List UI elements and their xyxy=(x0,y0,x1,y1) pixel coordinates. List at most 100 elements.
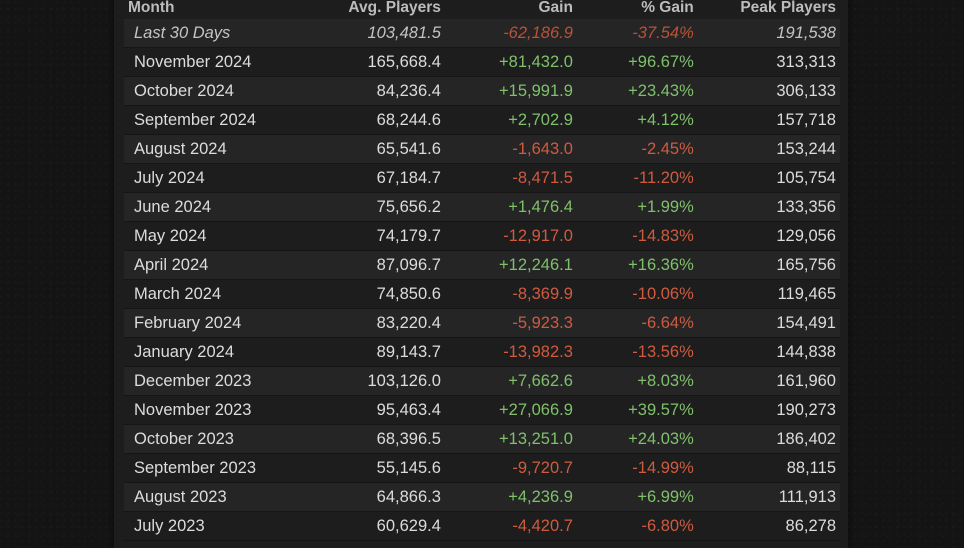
cell-gain: +2,702.9 xyxy=(444,105,577,135)
cell-pct-gain: -11.20% xyxy=(576,163,698,193)
cell-pct-gain: -14.99% xyxy=(576,453,698,483)
cell-gain: -62,186.9 xyxy=(444,19,577,48)
cell-avg-players: 68,396.5 xyxy=(308,424,445,454)
cell-gain: -8,471.5 xyxy=(444,163,577,193)
cell-month: September 2023 xyxy=(124,453,309,483)
cell-avg-players: 103,481.5 xyxy=(308,19,445,48)
cell-gain: +1,476.4 xyxy=(444,192,577,222)
cell-gain: -1,643.0 xyxy=(444,134,577,164)
cell-pct-gain: -10.06% xyxy=(576,279,698,309)
cell-pct-gain: +16.36% xyxy=(576,250,698,280)
table-row: July 2023 60,629.4 -4,420.7 -6.80% 86,278 xyxy=(124,511,840,541)
cell-gain: +81,432.0 xyxy=(444,47,577,77)
cell-peak-players: 144,838 xyxy=(697,337,840,367)
column-header-gain[interactable]: Gain xyxy=(445,0,577,19)
cell-peak-players: 88,115 xyxy=(697,453,840,483)
cell-month: June 2024 xyxy=(124,192,309,222)
cell-gain: -5,923.3 xyxy=(444,308,577,338)
cell-avg-players: 68,244.6 xyxy=(308,105,445,135)
column-header-avg-players[interactable]: Avg. Players xyxy=(309,0,445,19)
table-row: November 2024 165,668.4 +81,432.0 +96.67% 31… xyxy=(124,47,840,77)
cell-peak-players: 157,718 xyxy=(697,105,840,135)
cell-gain: +13,251.0 xyxy=(444,424,577,454)
cell-pct-gain: -37.54% xyxy=(576,19,698,48)
cell-pct-gain: +8.03% xyxy=(576,366,698,396)
cell-peak-players: 86,278 xyxy=(697,511,840,541)
cell-gain: -9,720.7 xyxy=(444,453,577,483)
cell-month: April 2024 xyxy=(124,250,309,280)
cell-month: March 2024 xyxy=(124,279,309,309)
cell-peak-players: 165,756 xyxy=(697,250,840,280)
cell-pct-gain: +96.67% xyxy=(576,47,698,77)
table-row: Last 30 Days 103,481.5 -62,186.9 -37.54% 191… xyxy=(124,19,840,48)
column-header-peak-players[interactable]: Peak Players xyxy=(698,0,840,19)
cell-month: July 2023 xyxy=(124,511,309,541)
cell-peak-players: 129,056 xyxy=(697,221,840,251)
cell-gain: -4,420.7 xyxy=(444,511,577,541)
cell-pct-gain: -6.64% xyxy=(576,308,698,338)
cell-peak-players: 153,244 xyxy=(697,134,840,164)
cell-pct-gain: +24.03% xyxy=(576,424,698,454)
column-header-month[interactable]: Month xyxy=(124,0,309,19)
cell-gain: +27,066.9 xyxy=(444,395,577,425)
cell-avg-players: 74,179.7 xyxy=(308,221,445,251)
cell-peak-players: 111,913 xyxy=(697,482,840,512)
cell-gain: +12,246.1 xyxy=(444,250,577,280)
cell-peak-players: 119,465 xyxy=(697,279,840,309)
cell-month: February 2024 xyxy=(124,308,309,338)
cell-month: August 2023 xyxy=(124,482,309,512)
cell-avg-players: 103,126.0 xyxy=(308,366,445,396)
cell-peak-players: 105,754 xyxy=(697,163,840,193)
cell-month: November 2024 xyxy=(124,47,309,77)
cell-gain: -13,982.3 xyxy=(444,337,577,367)
cell-gain: -8,369.9 xyxy=(444,279,577,309)
cell-month: September 2024 xyxy=(124,105,309,135)
cell-avg-players: 65,541.6 xyxy=(308,134,445,164)
table-row: July 2024 67,184.7 -8,471.5 -11.20% 105,754 xyxy=(124,163,840,193)
cell-pct-gain: +1.99% xyxy=(576,192,698,222)
cell-month: October 2024 xyxy=(124,76,309,106)
cell-peak-players: 190,273 xyxy=(697,395,840,425)
cell-pct-gain: -2.45% xyxy=(576,134,698,164)
monthly-players-table: Month Avg. Players Gain % Gain Peak Play… xyxy=(124,0,840,541)
cell-avg-players: 83,220.4 xyxy=(308,308,445,338)
cell-peak-players: 306,133 xyxy=(697,76,840,106)
table-row: February 2024 83,220.4 -5,923.3 -6.64% 154,4… xyxy=(124,308,840,338)
cell-avg-players: 67,184.7 xyxy=(308,163,445,193)
table-row: September 2023 55,145.6 -9,720.7 -14.99% 88,… xyxy=(124,453,840,483)
cell-month: Last 30 Days xyxy=(124,19,309,48)
header-row: Month Avg. Players Gain % Gain Peak Play… xyxy=(124,0,840,19)
table-row: June 2024 75,656.2 +1,476.4 +1.99% 133,356 xyxy=(124,192,840,222)
cell-peak-players: 154,491 xyxy=(697,308,840,338)
cell-peak-players: 161,960 xyxy=(697,366,840,396)
cell-gain: +7,662.6 xyxy=(444,366,577,396)
table-row: October 2023 68,396.5 +13,251.0 +24.03% 186,… xyxy=(124,424,840,454)
cell-peak-players: 191,538 xyxy=(697,19,840,48)
cell-month: November 2023 xyxy=(124,395,309,425)
cell-gain: +4,236.9 xyxy=(444,482,577,512)
table-row: September 2024 68,244.6 +2,702.9 +4.12% 157,… xyxy=(124,105,840,135)
cell-avg-players: 55,145.6 xyxy=(308,453,445,483)
cell-avg-players: 95,463.4 xyxy=(308,395,445,425)
cell-avg-players: 74,850.6 xyxy=(308,279,445,309)
cell-gain: -12,917.0 xyxy=(444,221,577,251)
cell-pct-gain: +4.12% xyxy=(576,105,698,135)
cell-month: January 2024 xyxy=(124,337,309,367)
cell-gain: +15,991.9 xyxy=(444,76,577,106)
cell-month: July 2024 xyxy=(124,163,309,193)
cell-pct-gain: +39.57% xyxy=(576,395,698,425)
table-body: Last 30 Days 103,481.5 -62,186.9 -37.54% 191… xyxy=(124,19,840,541)
cell-avg-players: 87,096.7 xyxy=(308,250,445,280)
cell-month: May 2024 xyxy=(124,221,309,251)
table-header: Month Avg. Players Gain % Gain Peak Play… xyxy=(124,0,840,19)
table-row: March 2024 74,850.6 -8,369.9 -10.06% 119,465 xyxy=(124,279,840,309)
cell-avg-players: 84,236.4 xyxy=(308,76,445,106)
column-header-pct-gain[interactable]: % Gain xyxy=(577,0,698,19)
cell-peak-players: 133,356 xyxy=(697,192,840,222)
table-row: October 2024 84,236.4 +15,991.9 +23.43% 306,… xyxy=(124,76,840,106)
table-row: November 2023 95,463.4 +27,066.9 +39.57% 190… xyxy=(124,395,840,425)
cell-month: October 2023 xyxy=(124,424,309,454)
cell-pct-gain: -6.80% xyxy=(576,511,698,541)
table-row: May 2024 74,179.7 -12,917.0 -14.83% 129,056 xyxy=(124,221,840,251)
cell-avg-players: 64,866.3 xyxy=(308,482,445,512)
